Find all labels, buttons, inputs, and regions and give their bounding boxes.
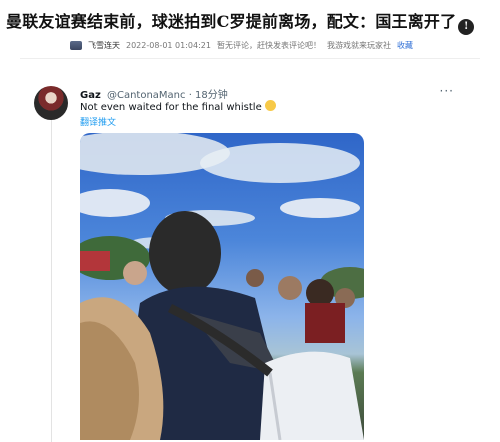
- comment-status[interactable]: 暂无评论，赶快发表评论吧！: [217, 40, 321, 51]
- publish-datetime: 2022-08-01 01:04:21: [126, 41, 211, 50]
- article-title: 曼联友谊赛结束前，球迷拍到C罗提前离场，配文：国王离开了!: [6, 8, 496, 35]
- tweet-header: Gaz @CantonaManc · 18分钟: [80, 86, 228, 101]
- article-title-text: 曼联友谊赛结束前，球迷拍到C罗提前离场，配文：国王离开了: [6, 12, 457, 31]
- crowd-photo-illustration: [80, 133, 364, 440]
- favorite-link[interactable]: 收藏: [397, 40, 413, 51]
- thread-line: [51, 112, 52, 442]
- translate-tweet-link[interactable]: 翻译推文: [80, 115, 116, 128]
- tweet-photo[interactable]: [80, 133, 364, 440]
- site-tagline: 我游戏就来玩家社: [326, 41, 391, 50]
- article-meta: 飞雪连天 2022-08-01 01:04:21 暂无评论，赶快发表评论吧！ 我…: [70, 40, 413, 51]
- relieved-face-icon: [264, 100, 276, 111]
- author-avatar[interactable]: [70, 41, 82, 50]
- meta-divider: [20, 58, 480, 59]
- tweet-text: Not even waited for the final whistle: [80, 100, 276, 113]
- more-dots-icon[interactable]: ···: [440, 84, 454, 98]
- screaming-face-icon: !: [458, 19, 475, 35]
- tweet-avatar[interactable]: [34, 86, 68, 120]
- author-name[interactable]: 飞雪连天: [88, 40, 120, 51]
- tweet-body: Not even waited for the final whistle: [80, 102, 262, 113]
